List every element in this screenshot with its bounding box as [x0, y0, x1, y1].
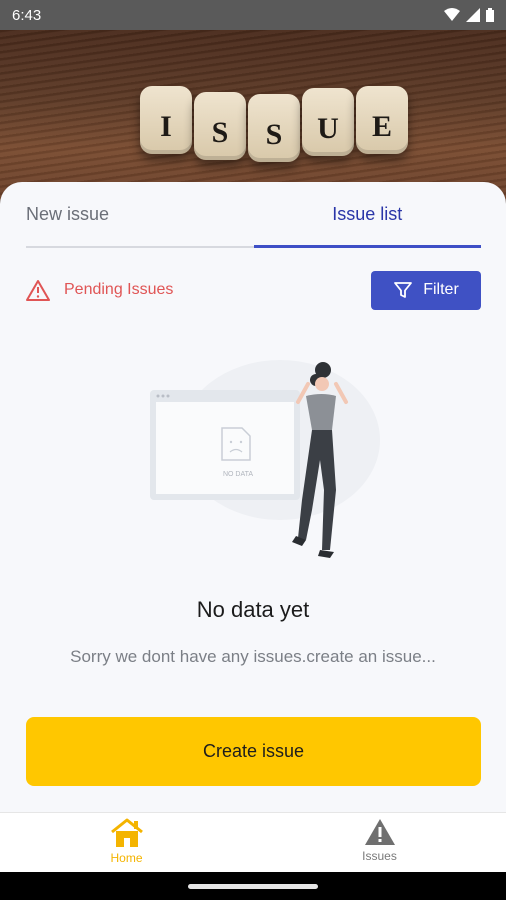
bottom-navigation: Home Issues: [0, 812, 506, 872]
hero-image: I S S U E: [0, 30, 506, 200]
empty-state-title: No data yet: [196, 597, 310, 622]
die-letter: S: [248, 94, 300, 162]
warning-icon: [364, 819, 395, 845]
die-letter: S: [194, 92, 246, 160]
filter-funnel-icon: [394, 282, 413, 298]
die-letter: E: [356, 86, 408, 154]
signal-icon: [466, 8, 480, 22]
die-letter: I: [140, 86, 192, 154]
home-icon: [110, 818, 143, 847]
filter-button-label: Filter: [423, 281, 459, 298]
warning-triangle-icon: [26, 280, 50, 301]
no-data-illustration: NO DATA: [150, 360, 380, 558]
battery-icon: [486, 8, 494, 22]
tab-new-issue[interactable]: New issue: [26, 182, 254, 246]
nav-item-home[interactable]: Home: [0, 813, 253, 872]
empty-state-subtitle: Sorry we dont have any issues.create an …: [70, 647, 436, 666]
pending-row: Pending Issues Filter: [26, 270, 481, 310]
nav-item-issues[interactable]: Issues: [253, 813, 506, 872]
status-bar: 6:43: [0, 0, 506, 30]
tab-bar: New issue Issue list: [26, 182, 481, 248]
status-icons: [444, 8, 494, 22]
tab-issue-list[interactable]: Issue list: [253, 182, 482, 248]
die-letter: U: [302, 88, 354, 156]
pending-issues-text: Pending Issues: [64, 281, 174, 298]
nav-home-label: Home: [110, 851, 143, 865]
system-navigation-bar: [0, 872, 506, 900]
pending-issues-label: Pending Issues: [26, 279, 173, 301]
filter-button[interactable]: Filter: [371, 270, 481, 310]
wifi-icon: [444, 8, 460, 21]
no-data-screen-text: NO DATA: [223, 471, 253, 478]
create-issue-button[interactable]: Create issue: [26, 717, 481, 786]
status-time: 6:43: [12, 6, 42, 24]
nav-issues-label: Issues: [362, 849, 397, 863]
issue-dice: I S S U E: [140, 86, 408, 162]
content-sheet: New issue Issue list Pending Issues Filt…: [0, 182, 506, 812]
home-gesture-pill[interactable]: [188, 884, 318, 889]
